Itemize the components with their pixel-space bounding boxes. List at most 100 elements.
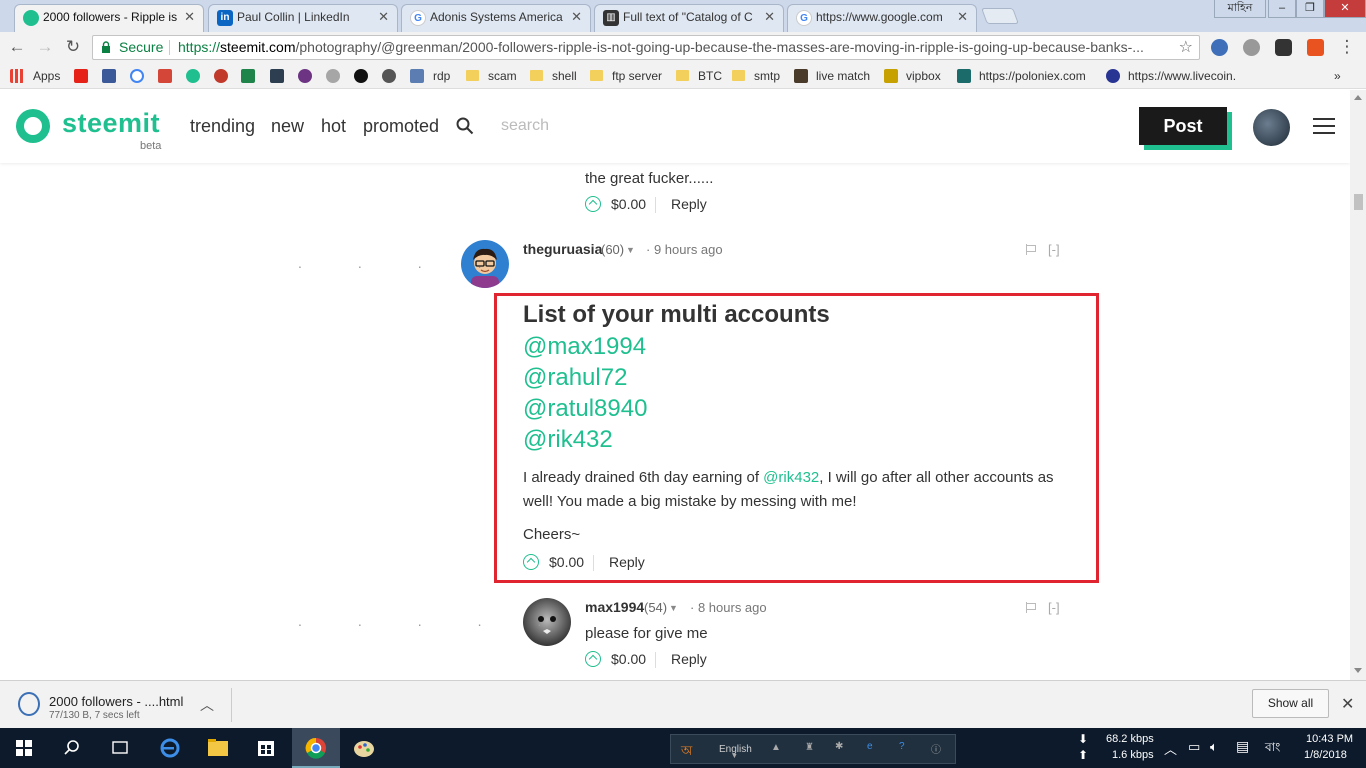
bookmark-rdp[interactable]: rdp — [433, 68, 450, 84]
scroll-thumb[interactable] — [1354, 194, 1363, 210]
youtube-icon[interactable] — [74, 69, 88, 83]
office-extension-icon[interactable] — [1307, 39, 1324, 56]
payout-value[interactable]: $0.00 — [611, 196, 646, 212]
chevron-down-icon[interactable]: ▼ — [669, 603, 678, 613]
bookmark-folder-scam[interactable]: scam — [488, 68, 517, 84]
menu-icon[interactable]: ⋮ — [1336, 36, 1358, 58]
tab-linkedin[interactable]: in Paul Collin | LinkedIn ✕ — [208, 4, 398, 32]
comment-time[interactable]: · 9 hours ago — [646, 242, 723, 257]
apps-icon[interactable] — [10, 69, 24, 83]
close-icon[interactable]: ✕ — [378, 5, 389, 29]
mention-link[interactable]: @rahul72 — [523, 364, 627, 392]
bookmark-apps[interactable]: Apps — [33, 68, 60, 84]
upvote-icon[interactable] — [585, 196, 601, 212]
mention-link[interactable]: @rik432 — [763, 469, 819, 486]
upvote-icon[interactable] — [585, 651, 601, 667]
bookmark-star-icon[interactable]: ☆ — [1179, 36, 1193, 59]
reply-link[interactable]: Reply — [671, 196, 707, 212]
restore-button[interactable]: ❐ — [1296, 0, 1324, 18]
collapse-button[interactable]: [-] — [1048, 600, 1060, 615]
tab-steemit[interactable]: 2000 followers - Ripple is ✕ — [14, 4, 204, 32]
bookmark-vipbox[interactable]: vipbox — [906, 68, 941, 84]
bookmark-icon[interactable] — [326, 69, 340, 83]
search-icon[interactable] — [48, 728, 96, 768]
chevron-down-icon[interactable]: ▼ — [731, 753, 738, 760]
language-bar[interactable]: অ English ▼ ▲ ♜ ✱ e ? ⓘ — [670, 734, 956, 764]
collapse-button[interactable]: [-] — [1048, 242, 1060, 257]
nav-trending[interactable]: trending — [190, 116, 255, 137]
minimize-button[interactable]: – — [1268, 0, 1296, 18]
mention-link[interactable]: @max1994 — [523, 333, 646, 361]
chevron-down-icon[interactable]: ▼ — [626, 245, 635, 255]
nav-promoted[interactable]: promoted — [363, 116, 439, 137]
extension-icon[interactable] — [1243, 39, 1260, 56]
tab-archive[interactable]: ▥ Full text of "Catalog of C ✕ — [594, 4, 784, 32]
upvote-icon[interactable] — [523, 554, 539, 570]
bangla-ime-icon[interactable]: অ — [681, 742, 692, 763]
facebook-icon[interactable] — [102, 69, 116, 83]
chrome-taskbar-button[interactable] — [292, 728, 340, 768]
bookmark-poloniex[interactable]: https://poloniex.com — [979, 68, 1086, 84]
nav-new[interactable]: new — [271, 116, 304, 137]
gmail-icon[interactable] — [158, 69, 172, 83]
clock-time[interactable]: 10:43 PM — [1306, 733, 1353, 745]
bookmark-icon[interactable] — [354, 69, 368, 83]
show-all-button[interactable]: Show all — [1252, 689, 1329, 718]
volume-icon[interactable]: 🔈︎ — [1210, 739, 1218, 755]
scroll-down-icon[interactable] — [1354, 668, 1362, 673]
steemit-logo-text[interactable]: steemit — [62, 108, 160, 139]
clock-date[interactable]: 1/8/2018 — [1304, 749, 1347, 761]
user-avatar[interactable] — [1253, 109, 1290, 146]
file-explorer-icon[interactable] — [194, 728, 242, 768]
bookmark-folder-shell[interactable]: shell — [552, 68, 577, 84]
reply-link[interactable]: Reply — [609, 554, 645, 570]
chevron-up-icon[interactable]: ︿ — [1164, 739, 1177, 758]
mention-link[interactable]: @ratul8940 — [523, 395, 647, 423]
payout-value[interactable]: $0.00 — [611, 651, 646, 667]
search-input[interactable]: search — [501, 117, 549, 135]
ie-file-icon[interactable] — [18, 692, 40, 716]
bookmark-icon[interactable] — [241, 69, 255, 83]
close-icon[interactable]: ✕ — [957, 5, 968, 29]
bookmark-live-match[interactable]: live match — [816, 68, 870, 84]
close-window-button[interactable]: ✕ — [1324, 0, 1366, 18]
address-bar[interactable]: Secure https://steemit.com/photography/@… — [92, 35, 1200, 60]
bookmark-icon[interactable] — [382, 69, 396, 83]
comment-time[interactable]: · 8 hours ago — [690, 600, 767, 615]
network-icon[interactable]: ▭ — [1188, 739, 1200, 755]
tab-google[interactable]: G https://www.google.com ✕ — [787, 4, 977, 32]
paint-icon[interactable] — [340, 728, 388, 768]
bookmark-icon[interactable] — [298, 69, 312, 83]
steemit-icon[interactable] — [186, 69, 200, 83]
store-icon[interactable] — [242, 728, 290, 768]
reply-link[interactable]: Reply — [671, 651, 707, 667]
nav-hot[interactable]: hot — [321, 116, 346, 137]
ime-tool-icon[interactable]: ✱ — [835, 741, 843, 752]
google-icon[interactable] — [130, 69, 144, 83]
mask-extension-icon[interactable] — [1275, 39, 1292, 56]
bookmark-livecoin[interactable]: https://www.livecoin. — [1128, 68, 1236, 84]
bookmark-folder-ftp[interactable]: ftp server — [612, 68, 662, 84]
flag-icon[interactable] — [1026, 602, 1036, 613]
start-button[interactable] — [0, 728, 48, 768]
new-tab-button[interactable] — [981, 8, 1019, 24]
flag-icon[interactable] — [1026, 244, 1036, 255]
post-button[interactable]: Post — [1139, 107, 1227, 145]
notification-icon[interactable]: ▤ — [1236, 738, 1249, 755]
hamburger-menu-icon[interactable] — [1313, 118, 1335, 136]
bookmark-folder-smtp[interactable]: smtp — [754, 68, 780, 84]
chevron-up-icon[interactable]: ︿ — [200, 695, 214, 715]
timestamp[interactable]: 9 hours ago — [654, 242, 723, 257]
ime-indicator[interactable]: বাং — [1265, 739, 1280, 759]
close-icon[interactable]: ✕ — [184, 5, 195, 29]
close-icon[interactable]: ✕ — [764, 5, 775, 29]
close-icon[interactable]: ✕ — [571, 5, 582, 29]
forward-button[interactable]: → — [34, 36, 56, 58]
back-button[interactable]: ← — [6, 36, 28, 58]
globe-extension-icon[interactable] — [1211, 39, 1228, 56]
steemit-logo-icon[interactable] — [16, 109, 50, 143]
payout-value[interactable]: $0.00 — [549, 554, 584, 570]
download-filename[interactable]: 2000 followers - ....html — [49, 694, 183, 709]
edge-icon[interactable] — [146, 728, 194, 768]
bookmark-folder-btc[interactable]: BTC — [698, 68, 722, 84]
